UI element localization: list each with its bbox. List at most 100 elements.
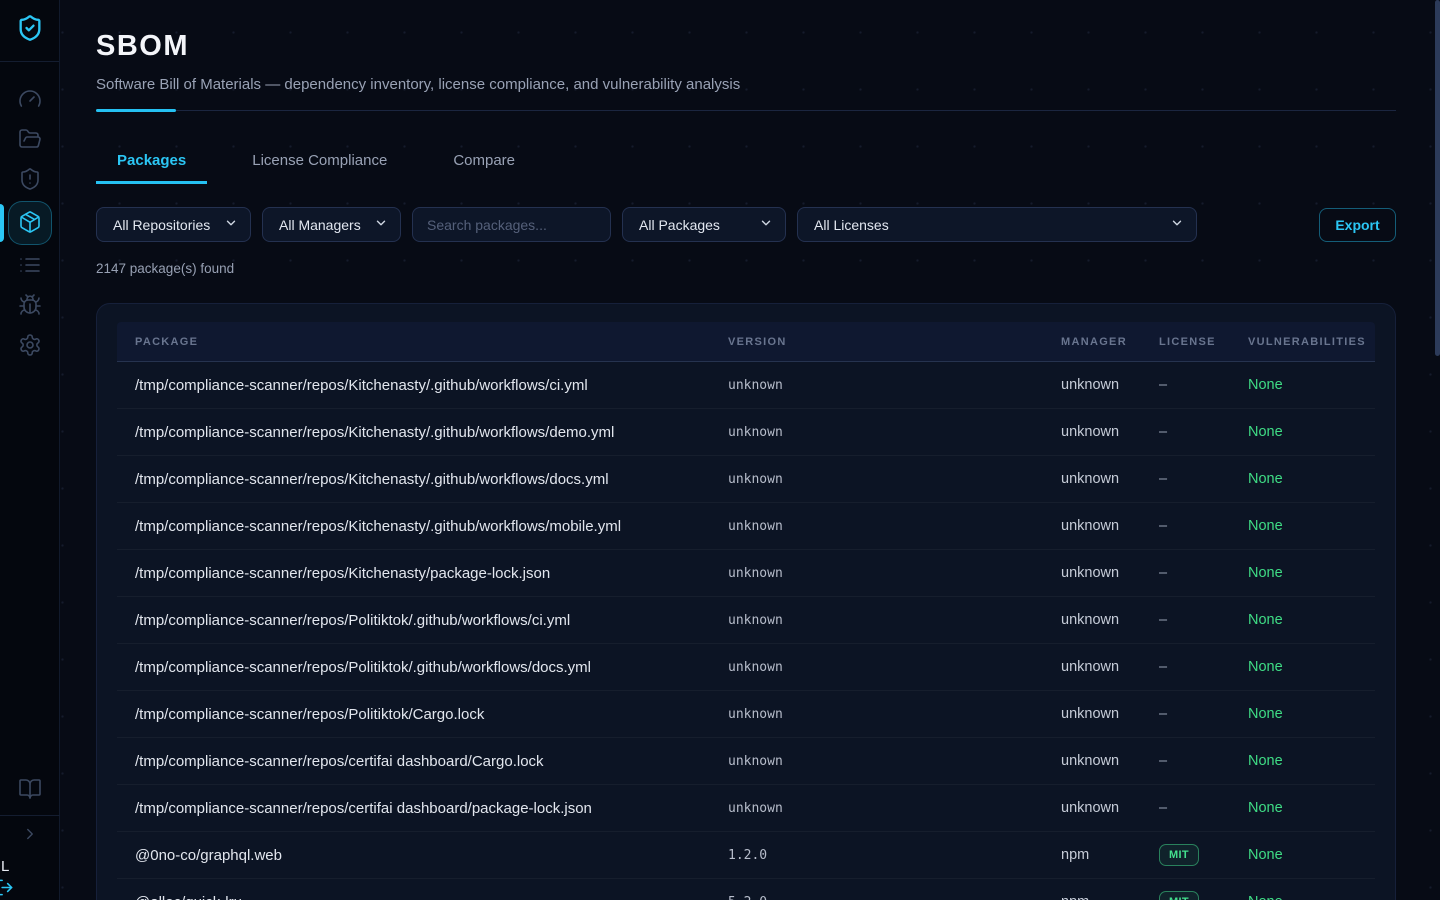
package-manager: unknown [1061, 471, 1159, 487]
vulnerability-status: None [1248, 518, 1283, 534]
table-row: /tmp/compliance-scanner/repos/Kitchenast… [117, 550, 1375, 597]
bug-icon [18, 293, 42, 320]
package-vulnerabilities: None [1248, 518, 1357, 534]
package-version: unknown [728, 660, 1061, 675]
export-button[interactable]: Export [1319, 208, 1396, 242]
package-path: /tmp/compliance-scanner/repos/Politiktok… [135, 612, 728, 629]
list-icon [18, 253, 42, 280]
package-license: – [1159, 612, 1248, 628]
column-header-license: LICENSE [1159, 336, 1248, 348]
vertical-scrollbar-thumb[interactable] [1435, 0, 1440, 356]
vulnerability-status: None [1248, 800, 1283, 816]
sidebar-collapse-button[interactable] [10, 821, 50, 849]
sidebar-item-inventory[interactable] [10, 246, 50, 286]
package-license: – [1159, 565, 1248, 581]
package-path: /tmp/compliance-scanner/repos/certifai d… [135, 753, 728, 770]
sidebar-item-vulnerabilities[interactable] [10, 286, 50, 326]
package-license: – [1159, 800, 1248, 816]
search-input[interactable] [412, 207, 611, 242]
sidebar-divider [0, 815, 60, 816]
vulnerability-status: None [1248, 471, 1283, 487]
license-filter-value: All Licenses [814, 217, 889, 233]
logout-icon[interactable] [0, 878, 14, 900]
column-header-package: PACKAGE [135, 336, 728, 348]
package-vulnerabilities: None [1248, 424, 1357, 440]
package-path: /tmp/compliance-scanner/repos/Kitchenast… [135, 377, 728, 394]
package-version: 5.2.0 [728, 895, 1061, 900]
tab-packages[interactable]: Packages [96, 152, 207, 184]
package-path: /tmp/compliance-scanner/repos/certifai d… [135, 800, 728, 817]
page-title: SBOM [96, 30, 1396, 63]
vulnerability-status: None [1248, 753, 1283, 769]
package-vulnerabilities: None [1248, 847, 1357, 863]
manager-filter-select[interactable]: All Managers [262, 207, 401, 242]
column-header-version: VERSION [728, 336, 1061, 348]
table-row: /tmp/compliance-scanner/repos/Politiktok… [117, 644, 1375, 691]
package-path: /tmp/compliance-scanner/repos/Politiktok… [135, 706, 728, 723]
chevron-down-icon [1160, 216, 1184, 233]
package-version: 1.2.0 [728, 848, 1061, 863]
package-version: unknown [728, 519, 1061, 534]
tab-license-compliance[interactable]: License Compliance [231, 152, 408, 184]
package-license: MIT [1159, 891, 1248, 900]
docs-button[interactable] [10, 770, 50, 810]
package-version: unknown [728, 707, 1061, 722]
package-vulnerabilities: None [1248, 659, 1357, 675]
tab-compare[interactable]: Compare [432, 152, 536, 184]
table-row: /tmp/compliance-scanner/repos/Kitchenast… [117, 503, 1375, 550]
table-row: @0no-co/graphql.web 1.2.0 npm MIT None [117, 832, 1375, 879]
package-manager: unknown [1061, 518, 1159, 534]
package-license: – [1159, 471, 1248, 487]
package-manager: unknown [1061, 800, 1159, 816]
chevron-down-icon [364, 216, 388, 233]
sidebar-item-sbom[interactable] [8, 201, 52, 245]
table-row: /tmp/compliance-scanner/repos/certifai d… [117, 738, 1375, 785]
vulnerability-status: None [1248, 612, 1283, 628]
package-manager: unknown [1061, 706, 1159, 722]
package-version: unknown [728, 566, 1061, 581]
main-content: SBOM Software Bill of Materials — depend… [60, 0, 1440, 900]
repository-filter-select[interactable]: All Repositories [96, 207, 251, 242]
sidebar-nav [0, 80, 60, 366]
package-manager: unknown [1061, 612, 1159, 628]
sidebar-item-policies[interactable] [10, 160, 50, 200]
package-vulnerabilities: None [1248, 753, 1357, 769]
package-manager: unknown [1061, 377, 1159, 393]
gear-icon [18, 333, 42, 360]
vulnerability-status: None [1248, 847, 1283, 863]
package-path: /tmp/compliance-scanner/repos/Kitchenast… [135, 518, 728, 535]
table-row: /tmp/compliance-scanner/repos/Politiktok… [117, 691, 1375, 738]
chevron-down-icon [214, 216, 238, 233]
packages-table-card: PACKAGE VERSION MANAGER LICENSE VULNERAB… [96, 303, 1396, 900]
package-manager: npm [1061, 894, 1159, 900]
tab-bar: Packages License Compliance Compare [96, 152, 1396, 184]
gauge-icon [18, 87, 42, 114]
package-path: /tmp/compliance-scanner/repos/Kitchenast… [135, 565, 728, 582]
package-license: – [1159, 706, 1248, 722]
package-version: unknown [728, 613, 1061, 628]
vulnerability-status: None [1248, 706, 1283, 722]
table-row: /tmp/compliance-scanner/repos/Kitchenast… [117, 409, 1375, 456]
package-vulnerabilities: None [1248, 894, 1357, 900]
vulnerability-status: None [1248, 659, 1283, 675]
sidebar-item-repositories[interactable] [10, 120, 50, 160]
page-subtitle: Software Bill of Materials — dependency … [96, 76, 1396, 93]
title-accent-bar [96, 109, 176, 112]
package-manager: unknown [1061, 753, 1159, 769]
chevron-down-icon [749, 216, 773, 233]
package-manager: unknown [1061, 565, 1159, 581]
book-icon [18, 777, 42, 804]
package-vulnerabilities: None [1248, 565, 1357, 581]
manager-filter-value: All Managers [279, 217, 361, 233]
package-filter-select[interactable]: All Packages [622, 207, 786, 242]
package-path: /tmp/compliance-scanner/repos/Kitchenast… [135, 471, 728, 488]
package-manager: unknown [1061, 659, 1159, 675]
vulnerability-status: None [1248, 424, 1283, 440]
sidebar-item-dashboard[interactable] [10, 80, 50, 120]
package-icon [18, 210, 42, 237]
app-logo[interactable] [0, 0, 59, 62]
app-root: L SBOM Software Bill of Materials — depe… [0, 0, 1440, 900]
sidebar-item-settings[interactable] [10, 326, 50, 366]
license-filter-select[interactable]: All Licenses [797, 207, 1197, 242]
package-license: – [1159, 518, 1248, 534]
